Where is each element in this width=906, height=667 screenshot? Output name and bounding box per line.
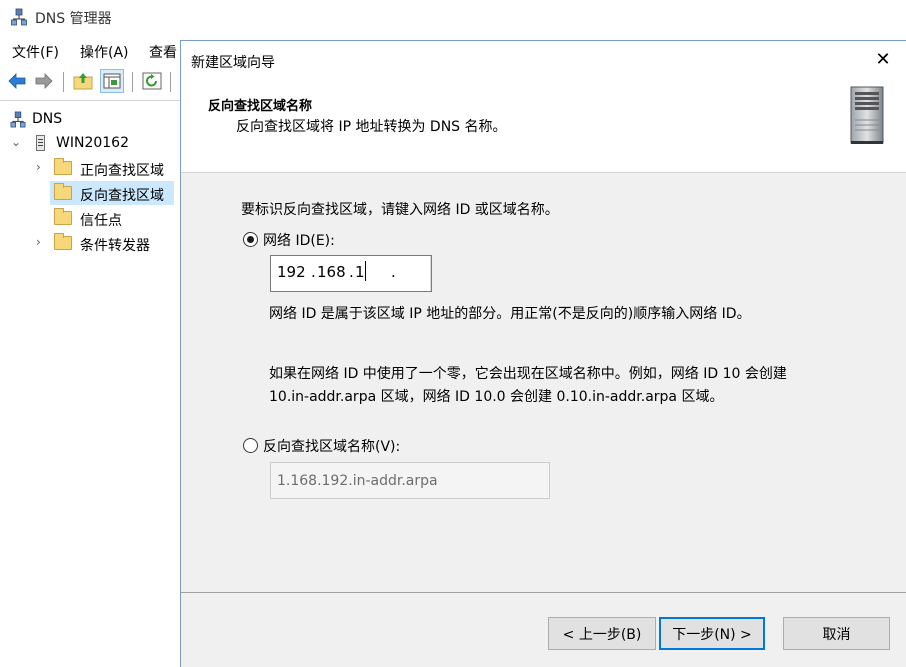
zone-name-radio[interactable] [243, 438, 258, 453]
header-title: 反向查找区域名称 [208, 99, 313, 114]
network-id-help: 网络 ID 是属于该区域 IP 地址的部分。用正常(不是反向的)顺序输入网络 I… [269, 306, 751, 322]
chevron-right-icon[interactable]: › [36, 161, 46, 173]
folder-icon [54, 183, 72, 200]
ip-segment-3[interactable]: 1 [355, 263, 365, 281]
tree-label-dns: DNS [32, 111, 63, 127]
instruction-text: 要标识反向查找区域，请键入网络 ID 或区域名称。 [241, 202, 559, 218]
close-icon[interactable]: ✕ [870, 47, 896, 73]
menu-view[interactable]: 查看 [149, 42, 177, 62]
back-button[interactable]: < 上一步(B) [548, 617, 656, 650]
zone-name-input-box [270, 462, 550, 499]
menu-file[interactable]: 文件(F) [12, 42, 59, 62]
tree-label-conditional-forwarders: 条件转发器 [80, 238, 150, 254]
up-folder-icon[interactable] [72, 70, 94, 92]
dns-app-icon [11, 8, 27, 26]
console-tree-icon[interactable] [100, 69, 124, 93]
folder-icon [54, 158, 72, 175]
toolbar-separator [132, 72, 133, 92]
tree-label-trust-points: 信任点 [80, 213, 122, 229]
toolbar-separator [63, 72, 64, 92]
next-button[interactable]: 下一步(N) > [659, 617, 765, 650]
chevron-right-icon[interactable]: › [36, 236, 46, 248]
ip-dot: . [391, 263, 396, 281]
footer-divider [181, 592, 906, 593]
tree-item-dns[interactable]: DNS [0, 107, 180, 131]
ip-dot: . [311, 263, 316, 281]
tree-item-trust-points[interactable]: 信任点 [0, 206, 180, 230]
tree-label-forward-zones: 正向查找区域 [80, 163, 164, 179]
server-icon [36, 135, 45, 151]
main-window-titlebar: DNS 管理器 [0, 0, 906, 36]
zero-example-line1: 如果在网络 ID 中使用了一个零，它会出现在区域名称中。例如，网络 ID 10 … [269, 366, 787, 382]
wizard-titlebar: 新建区域向导 ✕ [181, 41, 906, 79]
new-zone-wizard-dialog: 新建区域向导 ✕ 反向查找区域名称 反向查找区域将 IP 地址转换为 DNS 名… [180, 40, 906, 667]
tree-item-server[interactable]: ⌄ WIN20162 [0, 131, 180, 155]
toolbar-separator [170, 72, 171, 92]
header-subtitle: 反向查找区域将 IP 地址转换为 DNS 名称。 [236, 119, 507, 135]
refresh-icon[interactable] [141, 70, 163, 92]
zone-name-label[interactable]: 反向查找区域名称(V): [263, 436, 400, 456]
cancel-button[interactable]: 取消 [783, 617, 890, 650]
back-arrow-icon[interactable] [6, 70, 28, 92]
server-tower-icon [850, 86, 884, 144]
chevron-down-icon[interactable]: ⌄ [11, 136, 21, 148]
folder-icon [54, 233, 72, 250]
console-tree: DNS ⌄ WIN20162 › 正向查找区域 反向查找区域 信任点 › 条件转… [0, 100, 180, 667]
main-window-title: DNS 管理器 [35, 11, 112, 27]
ip-segment-1[interactable]: 192 [277, 263, 306, 281]
wizard-header: 反向查找区域名称 反向查找区域将 IP 地址转换为 DNS 名称。 [181, 79, 906, 173]
network-id-input[interactable]: 192 . 168 . 1 . [270, 255, 432, 292]
forward-arrow-icon[interactable] [33, 70, 55, 92]
tree-item-reverse-zones[interactable]: 反向查找区域 [50, 181, 174, 205]
menu-action[interactable]: 操作(A) [80, 42, 129, 62]
tree-item-conditional-forwarders[interactable]: › 条件转发器 [0, 231, 180, 255]
zone-name-input[interactable] [271, 463, 549, 498]
folder-icon [54, 208, 72, 225]
tree-label-reverse-zones: 反向查找区域 [80, 188, 164, 204]
wizard-title: 新建区域向导 [191, 55, 275, 71]
text-caret [365, 261, 366, 281]
ip-dot: . [349, 263, 354, 281]
ip-segment-2[interactable]: 168 [317, 263, 346, 281]
tree-item-forward-zones[interactable]: › 正向查找区域 [0, 156, 180, 180]
network-id-label[interactable]: 网络 ID(E): [263, 230, 335, 250]
zero-example-line2: 10.in-addr.arpa 区域，网络 ID 10.0 会创建 0.10.i… [269, 389, 724, 405]
network-id-radio[interactable] [243, 232, 258, 247]
dns-node-icon [10, 111, 26, 128]
tree-label-server: WIN20162 [56, 135, 129, 151]
